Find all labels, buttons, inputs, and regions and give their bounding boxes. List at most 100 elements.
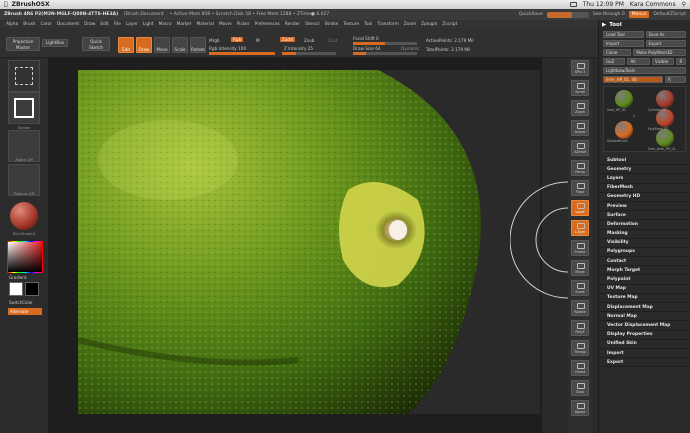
dynamic-toggle[interactable]: Dynamic bbox=[401, 46, 419, 51]
subpalette-display-properties[interactable]: Display Properties bbox=[599, 331, 690, 340]
subpalette-deformation[interactable]: Deformation bbox=[599, 220, 690, 230]
menu-stroke[interactable]: Stroke bbox=[325, 22, 339, 27]
move-button[interactable]: Move bbox=[154, 37, 170, 53]
current-tool-r-button[interactable]: R bbox=[665, 76, 686, 83]
shelf-polyf-button[interactable]: PolyF bbox=[571, 320, 589, 336]
menu-edit[interactable]: Edit bbox=[100, 22, 108, 27]
subpalette-visibility[interactable]: Visibility bbox=[599, 239, 690, 248]
switch-color-button[interactable]: SwitchColor bbox=[9, 300, 33, 305]
save-as-button[interactable]: Save As bbox=[645, 31, 686, 38]
menu-color[interactable]: Color bbox=[41, 22, 52, 27]
see-through-slider[interactable] bbox=[546, 11, 589, 18]
menu-brush[interactable]: Brush bbox=[23, 22, 35, 27]
make-polymesh-button[interactable]: Make PolyMesh3D bbox=[633, 49, 686, 56]
menu-material[interactable]: Material bbox=[196, 22, 213, 27]
shelf-scale-button[interactable]: Scale bbox=[571, 280, 589, 296]
default-zscript-button[interactable]: DefaultZScript bbox=[653, 12, 686, 17]
menu-zscript[interactable]: Zscript bbox=[442, 22, 457, 27]
color-picker[interactable] bbox=[8, 242, 42, 272]
subpalette-fibermesh[interactable]: FiberMesh bbox=[599, 184, 690, 193]
menu-movie[interactable]: Movie bbox=[219, 22, 232, 27]
edit-button[interactable]: Edit bbox=[118, 37, 134, 53]
subpalette-geometry[interactable]: Geometry bbox=[599, 165, 690, 175]
menu-picker[interactable]: Picker bbox=[237, 22, 250, 27]
goz-r-button[interactable]: R bbox=[676, 58, 686, 65]
tool-thumb[interactable] bbox=[656, 129, 674, 147]
subpalette-morph-target[interactable]: Morph Target bbox=[599, 266, 690, 276]
shelf-frame-button[interactable]: Frame bbox=[571, 240, 589, 256]
main-color-swatch[interactable] bbox=[9, 282, 23, 296]
document-canvas[interactable] bbox=[78, 70, 540, 414]
draw-button[interactable]: Draw bbox=[136, 37, 152, 53]
lightbox-tools-button[interactable]: Lightbox▸Tools bbox=[603, 67, 686, 74]
menu-light[interactable]: Light bbox=[143, 22, 154, 27]
menu-render[interactable]: Render bbox=[285, 22, 300, 27]
shelf-transp-button[interactable]: Transp bbox=[571, 340, 589, 356]
menu-texture[interactable]: Texture bbox=[343, 22, 359, 27]
quick-sketch-button[interactable]: Quick Sketch bbox=[82, 37, 110, 51]
export-button[interactable]: Export bbox=[645, 40, 686, 47]
rgb-toggle[interactable]: Rgb bbox=[231, 37, 244, 42]
clone-button[interactable]: Clone bbox=[603, 49, 632, 56]
shelf-actual-button[interactable]: Actual bbox=[571, 120, 589, 136]
zcut-toggle[interactable]: Zcut bbox=[328, 38, 337, 43]
subpalette-geometry-hd[interactable]: Geometry HD bbox=[599, 193, 690, 202]
shelf-move-button[interactable]: Move bbox=[571, 260, 589, 276]
battery-icon[interactable] bbox=[569, 2, 577, 7]
shelf-solo-button[interactable]: Solo bbox=[571, 380, 589, 396]
gradient-label[interactable]: Gradient bbox=[9, 275, 26, 280]
load-tool-button[interactable]: Load Tool bbox=[603, 31, 644, 38]
menus-button[interactable]: Menus bbox=[628, 11, 650, 18]
menu-layer[interactable]: Layer bbox=[126, 22, 138, 27]
m-toggle[interactable]: M bbox=[256, 38, 260, 43]
clock[interactable]: Thu 12:09 PM bbox=[583, 1, 624, 8]
tool-thumb[interactable] bbox=[615, 90, 633, 108]
scale-button[interactable]: Scale bbox=[172, 37, 188, 53]
subpalette-surface[interactable]: Surface bbox=[599, 211, 690, 221]
shelf-persp-button[interactable]: Persp bbox=[571, 160, 589, 176]
import-button[interactable]: Import bbox=[603, 40, 644, 47]
quicksave-button[interactable]: QuickSave bbox=[519, 12, 543, 17]
tool-thumb[interactable] bbox=[656, 109, 674, 127]
subpalette-displacement-map[interactable]: Displacement Map bbox=[599, 303, 690, 313]
rotate-button[interactable]: Rotate bbox=[190, 37, 206, 53]
shelf-rotate-button[interactable]: Rotate bbox=[571, 300, 589, 316]
user-name[interactable]: Kara Commons bbox=[630, 1, 676, 8]
goz-visible-button[interactable]: Visible bbox=[651, 58, 675, 65]
menu-draw[interactable]: Draw bbox=[84, 22, 95, 27]
subpalette-export[interactable]: Export bbox=[599, 358, 690, 368]
shelf-spix-3-button[interactable]: SPix 3 bbox=[571, 60, 589, 76]
tool-palette-header[interactable]: ▶ Tool bbox=[599, 20, 690, 30]
menu-macro[interactable]: Macro bbox=[159, 22, 172, 27]
menu-zplugin[interactable]: Zplugin bbox=[421, 22, 437, 27]
menu-file[interactable]: File bbox=[114, 22, 121, 27]
rotation-gyro-arc[interactable] bbox=[510, 180, 570, 300]
subpalette-polygroups[interactable]: Polygroups bbox=[599, 248, 690, 258]
menu-zoom[interactable]: Zoom bbox=[404, 22, 416, 27]
zsub-toggle[interactable]: Zsub bbox=[304, 38, 314, 43]
alternate-button[interactable]: Alternate bbox=[8, 308, 42, 315]
menu-stencil[interactable]: Stencil bbox=[305, 22, 320, 27]
menu-marker[interactable]: Marker bbox=[177, 22, 192, 27]
apple-icon[interactable]:  bbox=[4, 1, 8, 8]
subpalette-preview[interactable]: Preview bbox=[599, 202, 690, 212]
subpalette-normal-map[interactable]: Normal Map bbox=[599, 312, 690, 322]
goz-all-button[interactable]: All bbox=[627, 58, 650, 65]
menu-preferences[interactable]: Preferences bbox=[254, 22, 279, 27]
material-selector[interactable] bbox=[8, 200, 40, 232]
tool-thumb[interactable] bbox=[656, 90, 674, 108]
brush-selector[interactable] bbox=[8, 60, 40, 92]
current-tool-slider[interactable]: lime_HP_01. 48 bbox=[603, 76, 664, 83]
subpalette-masking[interactable]: Masking bbox=[599, 230, 690, 239]
shelf-zoom-button[interactable]: Zoom bbox=[571, 100, 589, 116]
draw-size-slider[interactable] bbox=[353, 52, 417, 55]
tool-thumb[interactable] bbox=[615, 121, 633, 139]
menu-document[interactable]: Document bbox=[57, 22, 79, 27]
mrgb-toggle[interactable]: Mrgb bbox=[209, 38, 220, 43]
focal-shift-slider[interactable] bbox=[353, 42, 417, 45]
projection-master-button[interactable]: Projection Master bbox=[6, 37, 40, 51]
subpalette-import[interactable]: Import bbox=[599, 349, 690, 359]
zadd-toggle[interactable]: Zadd bbox=[280, 37, 295, 42]
shelf-aahalf-button[interactable]: AAHalf bbox=[571, 140, 589, 156]
lightbox-button[interactable]: LightBox bbox=[42, 39, 68, 47]
